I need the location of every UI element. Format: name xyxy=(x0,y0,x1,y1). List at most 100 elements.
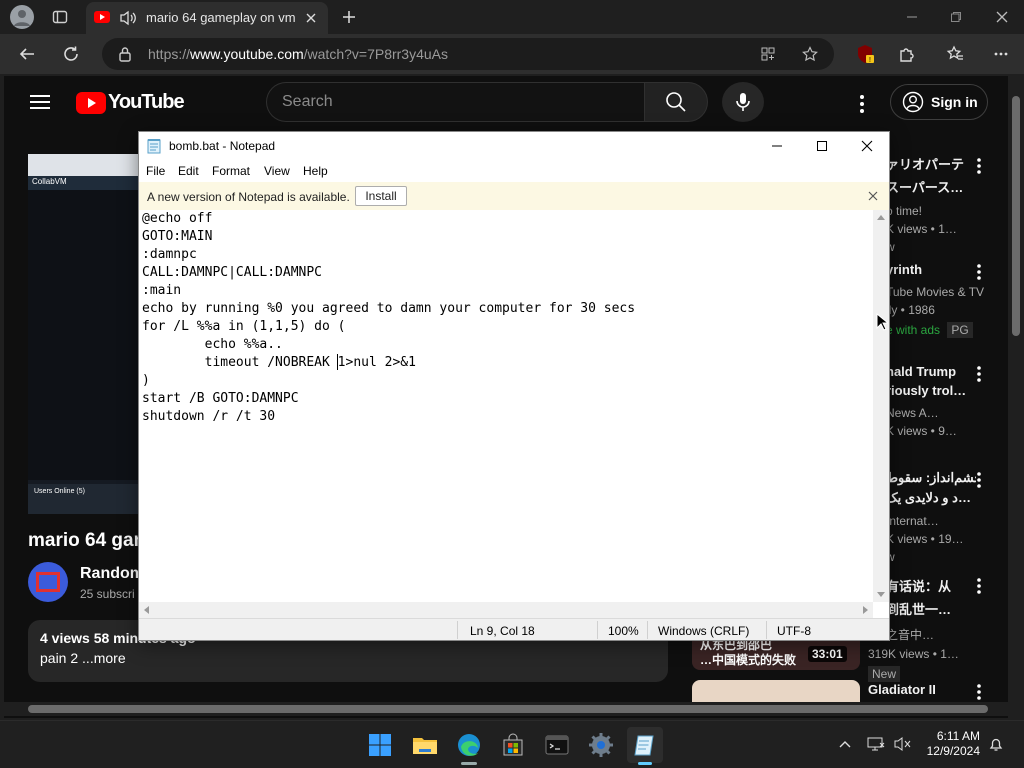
page-horizontal-scrollbar[interactable] xyxy=(4,702,1008,716)
menu-edit[interactable]: Edit xyxy=(178,164,199,178)
new-tab-icon[interactable] xyxy=(338,6,360,28)
sign-in-button[interactable]: Sign in xyxy=(890,84,988,120)
zoom-level: 100% xyxy=(608,624,639,638)
scroll-thumb[interactable] xyxy=(1012,96,1020,336)
install-button[interactable]: Install xyxy=(355,186,407,206)
recommendation-5-thumbnail[interactable]: 从东巴到邵巴 …中国模式的失败 33:01 xyxy=(692,640,860,670)
voice-search-button[interactable] xyxy=(722,82,764,122)
volume-muted-icon[interactable] xyxy=(892,735,912,753)
hamburger-menu-icon[interactable] xyxy=(30,94,50,110)
back-arrow-icon[interactable] xyxy=(16,43,38,65)
lock-icon[interactable] xyxy=(116,45,134,63)
notepad-horizontal-scrollbar[interactable] xyxy=(139,602,873,618)
show-hidden-icons-chevron-icon[interactable] xyxy=(836,735,854,753)
browser-tab-active[interactable]: mario 64 gameplay on vm8 - xyxy=(86,2,328,34)
notepad-title: bomb.bat - Notepad xyxy=(169,139,276,153)
search-input[interactable]: Search xyxy=(266,82,644,122)
notepad-vertical-scrollbar[interactable] xyxy=(873,210,889,602)
update-notice-text: A new version of Notepad is available. xyxy=(147,190,350,204)
app-available-icon[interactable] xyxy=(758,45,778,63)
recommendation-6[interactable]: Gladiator II xyxy=(868,682,968,697)
minimize-icon[interactable] xyxy=(900,7,924,27)
scroll-left-arrow-icon[interactable] xyxy=(141,602,153,618)
subscriber-count: 25 subscri xyxy=(80,587,135,601)
notepad-minimize-icon[interactable] xyxy=(767,137,787,155)
edge-icon xyxy=(458,734,480,756)
youtube-logo[interactable]: YouTube xyxy=(76,91,186,115)
more-actions-icon[interactable] xyxy=(976,366,982,387)
video-player[interactable]: CollabVM Users Online (5) xyxy=(28,154,140,514)
menu-format[interactable]: Format xyxy=(212,164,250,178)
scroll-down-arrow-icon[interactable] xyxy=(873,588,889,600)
page-vertical-scrollbar[interactable] xyxy=(1008,76,1024,718)
notepad-maximize-icon[interactable] xyxy=(812,137,832,155)
code-line: CALL:DAMNPC|CALL:DAMNPC xyxy=(142,265,323,280)
code-line: :main xyxy=(142,283,182,298)
code-line: :damnpc xyxy=(142,247,197,262)
close-window-icon[interactable] xyxy=(990,7,1014,27)
recommendation-6-thumbnail[interactable] xyxy=(692,680,860,704)
network-icon[interactable] xyxy=(866,735,886,753)
terminal-button[interactable] xyxy=(539,727,575,763)
profile-avatar-icon[interactable] xyxy=(10,5,34,29)
code-line: GOTO:MAIN xyxy=(142,229,213,244)
menu-help[interactable]: Help xyxy=(303,164,328,178)
scroll-right-arrow-icon[interactable] xyxy=(859,602,871,618)
start-button[interactable] xyxy=(362,727,398,763)
terminal-icon xyxy=(545,735,569,755)
more-actions-icon[interactable] xyxy=(976,158,982,179)
notepad-close-icon[interactable] xyxy=(857,137,877,155)
notification-bell-icon[interactable] xyxy=(986,735,1006,753)
restore-icon[interactable] xyxy=(944,7,968,27)
more-actions-icon[interactable] xyxy=(976,472,982,493)
scroll-thumb[interactable] xyxy=(28,705,988,713)
notepad-window[interactable]: bomb.bat - Notepad File Edit Format View… xyxy=(138,131,890,641)
speaker-icon[interactable] xyxy=(118,9,138,27)
browser-tab-bar: mario 64 gameplay on vm8 - xyxy=(0,0,1024,34)
tab-title: mario 64 gameplay on vm8 - xyxy=(146,10,296,25)
favorites-icon[interactable] xyxy=(944,43,966,65)
embedded-brand: CollabVM xyxy=(32,177,67,186)
recommendation-3[interactable]: nald Trump riously trol… News A… K views… xyxy=(886,364,976,438)
menu-file[interactable]: File xyxy=(146,164,165,178)
channel-name[interactable]: Random xyxy=(80,565,144,583)
edge-browser-button[interactable] xyxy=(451,727,487,765)
notepad-taskbar-button[interactable] xyxy=(627,727,663,765)
account-circle-icon xyxy=(902,91,924,113)
more-options-icon[interactable] xyxy=(990,43,1012,65)
line-ending: Windows (CRLF) xyxy=(658,624,750,638)
embedded-screen xyxy=(28,190,140,480)
encoding: UTF-8 xyxy=(777,624,811,638)
extensions-puzzle-icon[interactable] xyxy=(896,43,918,65)
scroll-up-arrow-icon[interactable] xyxy=(873,212,889,224)
microsoft-store-button[interactable] xyxy=(495,727,531,763)
notepad-text-area[interactable]: @echo off GOTO:MAIN :damnpc CALL:DAMNPC|… xyxy=(142,210,872,602)
notepad-title-bar[interactable]: bomb.bat - Notepad xyxy=(139,132,889,160)
add-favorite-star-icon[interactable] xyxy=(800,45,820,63)
mouse-pointer-icon xyxy=(876,312,890,336)
recommendation-2[interactable]: yrinth Tube Movies & TV ily • 1986 e wit… xyxy=(886,262,986,338)
rating-badge: PG xyxy=(947,322,973,338)
settings-kebab-icon[interactable] xyxy=(856,94,868,114)
url-text: https://www.youtube.com/watch?v=7P8rr3y4… xyxy=(148,46,448,62)
video-title: mario 64 gam xyxy=(28,530,151,551)
recommendation-4[interactable]: چشم‌انداز: سقوط د و دلایدی یک… Internat…… xyxy=(886,470,976,564)
menu-view[interactable]: View xyxy=(264,164,290,178)
file-explorer-button[interactable] xyxy=(407,727,443,763)
tab-close-icon[interactable] xyxy=(302,9,320,27)
system-clock[interactable]: 6:11 AM 12/9/2024 xyxy=(916,729,980,759)
search-button[interactable] xyxy=(644,82,708,122)
more-actions-icon[interactable] xyxy=(976,578,982,599)
ublock-extension-icon[interactable]: ! xyxy=(854,43,876,65)
settings-button[interactable] xyxy=(583,727,619,763)
channel-avatar[interactable] xyxy=(28,562,68,602)
refresh-icon[interactable] xyxy=(60,43,82,65)
gear-icon xyxy=(589,733,613,757)
more-actions-icon[interactable] xyxy=(976,264,982,285)
recommendation-1[interactable]: ァリオパーテ スーパース… o time! K views • 1… w xyxy=(886,154,976,254)
youtube-logo-icon xyxy=(76,92,106,114)
dismiss-notice-icon[interactable] xyxy=(865,188,881,204)
address-bar[interactable]: https://www.youtube.com/watch?v=7P8rr3y4… xyxy=(102,38,834,70)
code-line: shutdown /r /t 30 xyxy=(142,409,276,424)
workspaces-icon[interactable] xyxy=(50,7,70,27)
